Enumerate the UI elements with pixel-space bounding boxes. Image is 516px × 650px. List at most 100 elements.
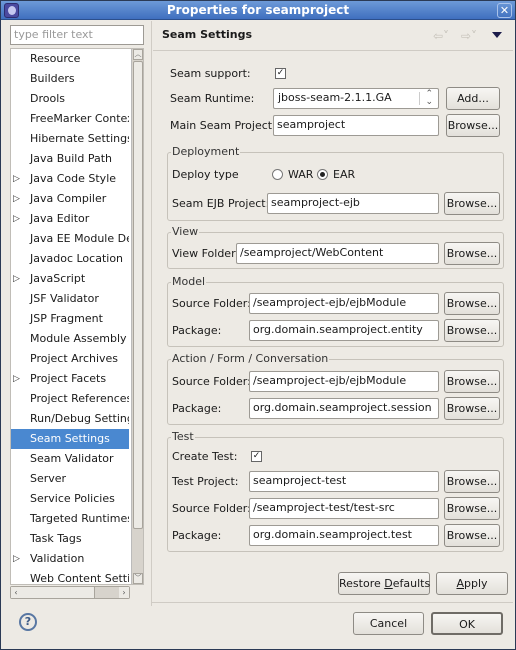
tree-item[interactable]: Web Content Settin: [11, 569, 129, 585]
expand-triangle-icon[interactable]: ▷: [13, 269, 20, 289]
expand-triangle-icon[interactable]: ▷: [13, 189, 20, 209]
create-test-label: Create Test:: [172, 450, 238, 463]
tree-item[interactable]: Resource: [11, 49, 129, 69]
main-project-browse-button[interactable]: Browse...: [446, 114, 500, 137]
scroll-down-arrow[interactable]: ﹀: [133, 573, 143, 584]
ear-radio[interactable]: [317, 169, 328, 180]
back-arrow-icon[interactable]: ⇦˅: [433, 29, 449, 43]
scroll-left-arrow[interactable]: ‹: [11, 587, 21, 598]
model-source-browse-button[interactable]: Browse...: [444, 292, 500, 315]
tree-item[interactable]: Hibernate Settings: [11, 129, 129, 149]
test-source-browse-button[interactable]: Browse...: [444, 497, 500, 520]
header-divider: [153, 50, 513, 51]
test-source-input[interactable]: /seamproject-test/test-src: [249, 498, 439, 519]
tree-item[interactable]: Project References: [11, 389, 129, 409]
tree-item[interactable]: JSP Fragment: [11, 309, 129, 329]
tree-item[interactable]: Javadoc Location: [11, 249, 129, 269]
tree-item[interactable]: Run/Debug Settings: [11, 409, 129, 429]
tree-item[interactable]: Java Build Path: [11, 149, 129, 169]
test-project-browse-button[interactable]: Browse...: [444, 470, 500, 493]
view-folder-input[interactable]: /seamproject/WebContent: [236, 243, 439, 264]
model-source-input[interactable]: /seamproject-ejb/ejbModule: [249, 293, 439, 314]
view-folder-browse-button[interactable]: Browse...: [444, 242, 500, 265]
tree-item[interactable]: Builders: [11, 69, 129, 89]
test-source-label: Source Folder:: [172, 502, 251, 515]
tree-item[interactable]: Targeted Runtimes: [11, 509, 129, 529]
create-test-checkbox[interactable]: ✓: [251, 451, 262, 462]
scroll-up-arrow[interactable]: ︿: [133, 49, 143, 60]
filter-input[interactable]: type filter text: [10, 25, 144, 45]
view-menu-icon[interactable]: [492, 32, 502, 38]
tree-item[interactable]: FreeMarker Context: [11, 109, 129, 129]
expand-triangle-icon[interactable]: ▷: [13, 369, 20, 389]
main-project-input[interactable]: seamproject: [273, 115, 439, 136]
tree-vertical-scrollbar[interactable]: ︿ ﹀: [131, 49, 143, 584]
tree-item[interactable]: ▷ JavaScript: [11, 269, 129, 289]
tree-item-label: Hibernate Settings: [30, 132, 129, 145]
seam-support-checkbox[interactable]: ✓: [275, 68, 286, 79]
forward-arrow-icon[interactable]: ⇨˅: [461, 29, 477, 43]
tree-item[interactable]: ▷ Java Code Style: [11, 169, 129, 189]
tree-item-label: Builders: [30, 72, 75, 85]
tree-item[interactable]: Java EE Module Dep: [11, 229, 129, 249]
ok-button[interactable]: OK: [431, 612, 503, 635]
tree-item[interactable]: Module Assembly: [11, 329, 129, 349]
model-package-browse-button[interactable]: Browse...: [444, 319, 500, 342]
restore-defaults-button[interactable]: Restore Defaults: [338, 572, 430, 595]
splitter[interactable]: [151, 21, 152, 606]
tree-item[interactable]: Drools: [11, 89, 129, 109]
tree-item-label: JSF Validator: [30, 292, 99, 305]
property-tree: Web Content Settin ▷ Validation Task Tags Ta…: [10, 48, 144, 585]
action-package-browse-button[interactable]: Browse...: [444, 397, 500, 420]
tree-item[interactable]: Server: [11, 469, 129, 489]
deploy-type-label: Deploy type: [172, 168, 239, 181]
tree-item[interactable]: Project Archives: [11, 349, 129, 369]
title-bar: Properties for seamproject ✕: [1, 1, 515, 20]
expand-triangle-icon[interactable]: ▷: [13, 549, 20, 569]
tree-item-label: Java Editor: [30, 212, 90, 225]
tree-item[interactable]: Seam Settings: [11, 429, 129, 449]
seam-runtime-label: Seam Runtime:: [170, 92, 255, 105]
view-folder-label: View Folder:: [172, 247, 240, 260]
tree-item-label: Java Build Path: [30, 152, 113, 165]
tree-item[interactable]: Task Tags: [11, 529, 129, 549]
tree-item[interactable]: ▷ Project Facets: [11, 369, 129, 389]
tree-item[interactable]: Seam Validator: [11, 449, 129, 469]
action-source-input[interactable]: /seamproject-ejb/ejbModule: [249, 371, 439, 392]
tree-item-label: Web Content Settin: [30, 572, 129, 585]
action-source-label: Source Folder:: [172, 375, 251, 388]
test-package-input[interactable]: org.domain.seamproject.test: [249, 525, 439, 546]
tree-item-label: JavaScript: [30, 272, 86, 285]
tree-item[interactable]: ▷ Java Compiler: [11, 189, 129, 209]
scroll-right-arrow[interactable]: ›: [119, 587, 129, 598]
properties-dialog: Properties for seamproject ✕ type filter…: [0, 0, 516, 650]
test-package-browse-button[interactable]: Browse...: [444, 524, 500, 547]
deployment-group-title: Deployment: [171, 145, 241, 158]
scroll-thumb[interactable]: [133, 61, 143, 529]
ejb-project-input[interactable]: seamproject-ejb: [267, 193, 439, 214]
action-source-browse-button[interactable]: Browse...: [444, 370, 500, 393]
ejb-project-browse-button[interactable]: Browse...: [444, 192, 500, 215]
action-package-label: Package:: [172, 402, 222, 415]
test-project-input[interactable]: seamproject-test: [249, 471, 439, 492]
tree-item-label: Seam Validator: [30, 452, 114, 465]
expand-triangle-icon[interactable]: ▷: [13, 169, 20, 189]
h-scroll-thumb[interactable]: [21, 587, 95, 598]
war-label: WAR: [288, 168, 314, 181]
action-package-input[interactable]: org.domain.seamproject.session: [249, 398, 439, 419]
add-runtime-button[interactable]: Add...: [446, 87, 500, 110]
model-package-input[interactable]: org.domain.seamproject.entity: [249, 320, 439, 341]
help-icon[interactable]: ?: [19, 613, 37, 631]
expand-triangle-icon[interactable]: ▷: [13, 209, 20, 229]
tree-item[interactable]: ▷ Java Editor: [11, 209, 129, 229]
tree-horizontal-scrollbar[interactable]: ‹ ›: [10, 586, 130, 599]
tree-item[interactable]: ▷ Validation: [11, 549, 129, 569]
seam-runtime-select[interactable]: jboss-seam-2.1.1.GA ⌃ ⌄: [273, 88, 439, 109]
apply-button[interactable]: Apply: [436, 572, 508, 595]
war-radio[interactable]: [272, 169, 283, 180]
close-icon[interactable]: ✕: [497, 3, 512, 18]
model-group-title: Model: [171, 275, 207, 288]
cancel-button[interactable]: Cancel: [353, 612, 424, 635]
tree-item[interactable]: Service Policies: [11, 489, 129, 509]
tree-item[interactable]: JSF Validator: [11, 289, 129, 309]
